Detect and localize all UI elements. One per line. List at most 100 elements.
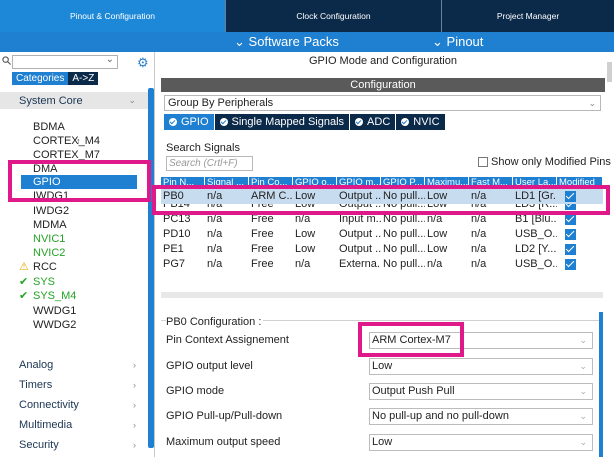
modified-checkbox[interactable] — [565, 214, 576, 225]
category-search-input[interactable]: ⌄ — [12, 54, 118, 69]
tab-adc[interactable]: ADC — [350, 114, 397, 130]
table-cell: No pull... — [383, 243, 425, 255]
modified-checkbox[interactable] — [565, 229, 576, 240]
column-header[interactable]: Maximu... — [425, 177, 469, 189]
group-label: Security — [19, 438, 59, 451]
column-header[interactable]: Signal ... — [205, 177, 249, 189]
table-cell: n/a — [207, 213, 223, 225]
tree-item-bdma[interactable]: BDMA — [33, 120, 65, 134]
gpio-pull-select[interactable]: No pull-up and no pull-down ⌄ — [369, 408, 593, 425]
table-cell: Output ... — [339, 243, 381, 255]
chevron-right-icon: › — [133, 399, 136, 410]
top-tab-bar: Pinout & Configuration Clock Configurati… — [0, 0, 614, 32]
chevron-down-icon: ⌄ — [234, 34, 245, 49]
tree-item-sys[interactable]: SYS — [33, 275, 55, 289]
column-header[interactable]: Modified — [557, 177, 603, 189]
group-by-select[interactable]: Group By Peripherals ⌄ — [164, 95, 601, 111]
tab-a-to-z[interactable]: A->Z — [68, 72, 99, 85]
tab-project-manager[interactable]: Project Manager — [442, 0, 614, 32]
tree-item-dma[interactable]: DMA — [33, 162, 57, 176]
tab-single-mapped-signals[interactable]: Single Mapped Signals — [215, 114, 351, 130]
group-multimedia[interactable]: Multimedia › — [0, 416, 148, 433]
group-analog[interactable]: Analog › — [0, 356, 148, 373]
search-signals-input[interactable]: Search (Crtl+F) — [166, 156, 253, 171]
chevron-down-icon: ⌄ — [128, 95, 136, 105]
gpio-mode-select[interactable]: Output Push Pull ⌄ — [369, 383, 593, 400]
table-cell: LD3 [R... — [515, 204, 557, 210]
modified-checkbox[interactable] — [565, 259, 576, 270]
chevron-down-icon: ⌄ — [579, 335, 587, 345]
tree-item-gpio[interactable]: GPIO — [21, 175, 137, 189]
modified-checkbox[interactable] — [565, 244, 576, 255]
panel-scrollbar[interactable] — [607, 62, 612, 82]
table-row-pg7[interactable]: PG7 n/a Free n/a Externa... No pull... n… — [161, 257, 603, 272]
chevron-right-icon: › — [133, 359, 136, 370]
max-output-speed-select[interactable]: Low ⌄ — [369, 434, 593, 451]
gpio-output-level-select[interactable]: Low ⌄ — [369, 358, 593, 375]
column-header[interactable]: User La... — [513, 177, 557, 189]
table-row-pb14[interactable]: PB14 n/a Free Low Output ... No pull... … — [161, 204, 603, 212]
gear-icon[interactable]: ⚙ — [137, 55, 149, 71]
checkbox[interactable] — [478, 157, 488, 167]
left-scrollbar[interactable] — [148, 88, 154, 448]
column-header[interactable]: Pin N... — [161, 177, 205, 189]
table-cell: n/a — [295, 213, 311, 225]
software-packs-menu[interactable]: ⌄ Software Packs — [234, 34, 339, 50]
table-hscrollbar[interactable] — [161, 292, 603, 298]
table-cell: Low — [295, 228, 316, 240]
table-cell: PB14 — [163, 204, 190, 210]
tree-item-nvic1[interactable]: NVIC1 — [33, 232, 65, 246]
table-row-partial: PB14 n/a Free Low Output ... No pull... … — [161, 204, 603, 212]
table-cell: n/a — [207, 204, 223, 210]
chevron-down-icon: ⌄ — [579, 361, 587, 371]
table-row-pb0[interactable]: PB0 n/a ARM C... Low Output ... No pull.… — [161, 189, 603, 204]
table-cell: Free — [251, 243, 274, 255]
software-packs-label: Software Packs — [248, 34, 339, 49]
tab-clock-configuration[interactable]: Clock Configuration — [226, 0, 442, 32]
show-modified-toggle[interactable]: Show only Modified Pins — [478, 156, 611, 168]
pinout-label: Pinout — [446, 34, 484, 49]
column-header[interactable]: GPIO P... — [381, 177, 425, 189]
column-header[interactable]: GPIO o... — [293, 177, 337, 189]
table-row-pc13[interactable]: PC13 n/a Free n/a Input m... No pull... … — [161, 212, 603, 227]
tree-item-sys-m4[interactable]: SYS_M4 — [33, 289, 76, 303]
table-cell: PG7 — [163, 258, 186, 270]
group-label: Connectivity — [19, 398, 79, 411]
modified-cell — [557, 242, 603, 257]
group-connectivity[interactable]: Connectivity › — [0, 396, 148, 413]
pinout-menu[interactable]: ⌄ Pinout — [432, 34, 483, 50]
group-security[interactable]: Security › — [0, 436, 148, 453]
modified-checkbox[interactable] — [565, 191, 576, 202]
table-cell: Low — [427, 190, 448, 202]
tab-categories[interactable]: Categories — [12, 72, 69, 85]
modified-checkbox[interactable] — [565, 204, 576, 210]
table-row-pd10[interactable]: PD10 n/a Free Low Output ... No pull... … — [161, 227, 603, 242]
table-cell: Input m... — [339, 213, 381, 225]
tab-gpio[interactable]: GPIO — [164, 114, 215, 130]
tree-item-wwdg2[interactable]: WWDG2 — [33, 318, 76, 332]
table-row-pe1[interactable]: PE1 n/a Free Low Output ... No pull... L… — [161, 242, 603, 257]
tree-item-iwdg2[interactable]: IWDG2 — [33, 204, 69, 218]
tree-item-wwdg1[interactable]: WWDG1 — [33, 304, 76, 318]
check-icon: ✔ — [19, 276, 29, 288]
column-header[interactable]: Pin Co... — [249, 177, 293, 189]
table-cell: LD2 [Y... — [515, 243, 557, 255]
tree-item-cortex-m4[interactable]: CORTEX_M4 — [33, 134, 100, 148]
column-header[interactable]: Fast M... — [469, 177, 513, 189]
column-header[interactable]: GPIO m... — [337, 177, 381, 189]
chevron-down-icon: ⌄ — [579, 411, 587, 421]
pin-context-select[interactable]: ARM Cortex-M7 ⌄ — [369, 332, 593, 349]
tree-item-iwdg1[interactable]: IWDG1 — [33, 189, 69, 203]
tree-item-cortex-m7[interactable]: CORTEX_M7 — [33, 148, 100, 162]
group-timers[interactable]: Timers › — [0, 376, 148, 393]
tree-item-rcc[interactable]: RCC — [33, 260, 57, 274]
tree-item-nvic2[interactable]: NVIC2 — [33, 246, 65, 260]
config-scrollbar[interactable] — [599, 312, 603, 457]
table-cell: Output ... — [339, 228, 381, 240]
tab-nvic[interactable]: NVIC — [396, 114, 446, 130]
group-system-core[interactable]: System Core ⌄ — [0, 92, 148, 109]
chevron-right-icon: › — [133, 439, 136, 450]
tree-item-mdma[interactable]: MDMA — [33, 218, 67, 232]
select-value: Low — [372, 360, 393, 372]
tab-pinout-configuration[interactable]: Pinout & Configuration — [0, 0, 226, 32]
